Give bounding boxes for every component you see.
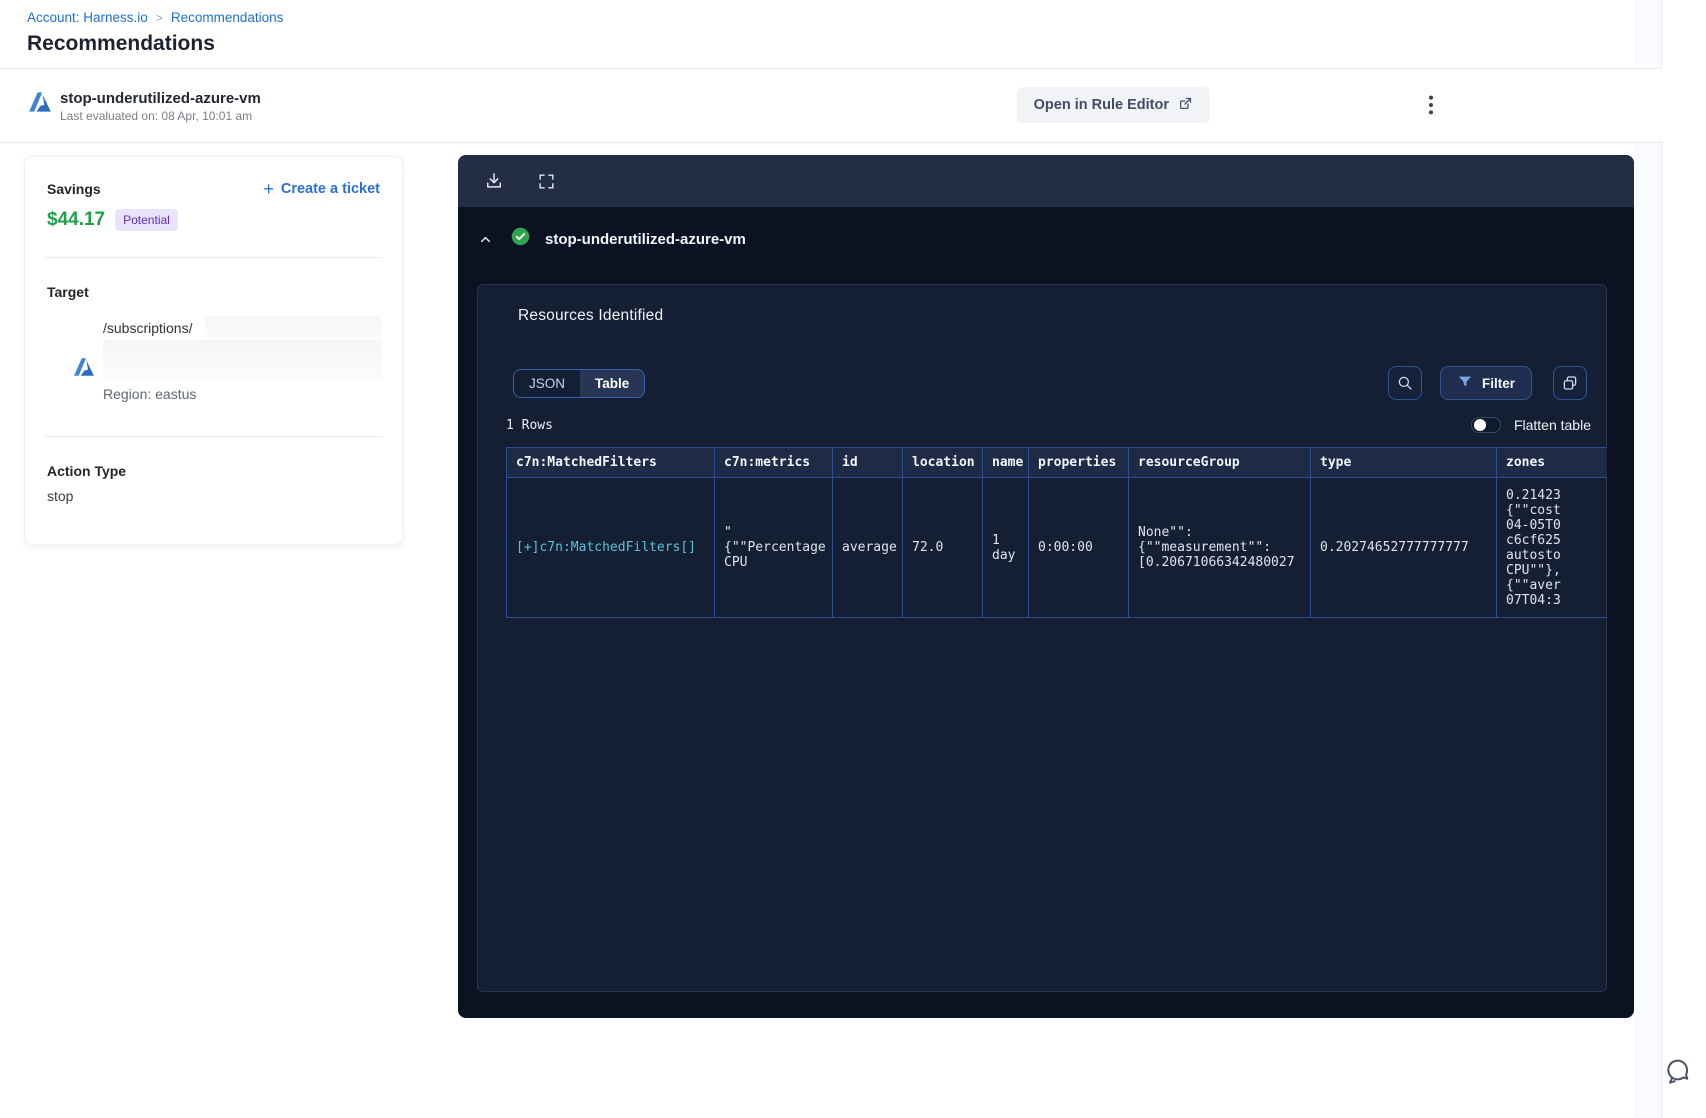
breadcrumb-current-link[interactable]: Recommendations	[171, 10, 284, 25]
panel-toolbar	[458, 155, 1634, 207]
column-header-location: location	[902, 447, 983, 478]
redacted-text-block	[205, 316, 382, 340]
table-cell-location: 72.0	[902, 477, 983, 618]
breadcrumb-separator: >	[155, 10, 163, 25]
resources-table: c7n:MatchedFilters c7n:metrics id location n…	[506, 447, 1607, 618]
table-cell-name: 1 day	[982, 477, 1029, 618]
panel-resource-title: stop-underutilized-azure-vm	[545, 230, 746, 248]
column-header-properties: properties	[1028, 447, 1129, 478]
toggle-switch[interactable]	[1470, 417, 1501, 433]
table-row: [+]c7n:MatchedFilters[] " {""Percentage C…	[506, 477, 1607, 618]
create-ticket-label: Create a ticket	[280, 181, 380, 197]
support-chat-icon[interactable]	[1660, 1056, 1694, 1090]
target-path: /subscriptions/	[103, 320, 193, 336]
tab-label: Resources Identified	[518, 307, 664, 324]
panel-title-row: stop-underutilized-azure-vm	[458, 221, 746, 257]
scroll-gutter	[1634, 0, 1662, 1118]
table-cell-type: 0.20274652777777777	[1310, 477, 1497, 618]
column-header-c7n-metrics: c7n:metrics	[714, 447, 833, 478]
table-cell-resourcegroup: None"": {""measurement"": [0.20671066342…	[1128, 477, 1311, 618]
column-header-zones: zones	[1496, 447, 1607, 478]
table-meta-row: 1 Rows Flatten table	[506, 417, 1591, 433]
column-header-id: id	[832, 447, 903, 478]
breadcrumb-account-link[interactable]: Account: Harness.io	[27, 10, 148, 25]
open-in-rule-editor-button[interactable]: Open in Rule Editor	[1016, 87, 1210, 123]
download-icon[interactable]	[482, 169, 506, 193]
savings-amount: $44.17	[47, 209, 106, 230]
summary-card: Savings + Create a ticket $44.17 Potenti…	[24, 156, 403, 545]
resources-panel: stop-underutilized-azure-vm Resources Id…	[458, 155, 1634, 1018]
resources-card: Resources Identified JSON Table Filter 1…	[477, 284, 1607, 992]
potential-badge: Potential	[115, 209, 178, 231]
recommendations-page: Account: Harness.io > Recommendations Re…	[0, 0, 1706, 1118]
savings-label: Savings	[47, 181, 101, 197]
view-toggle: JSON Table	[513, 369, 646, 398]
table-cell-c7n-metrics: " {""Percentage CPU	[714, 477, 833, 618]
flatten-table-label: Flatten table	[1513, 417, 1591, 433]
filter-button[interactable]: Filter	[1439, 366, 1532, 400]
copy-icon[interactable]	[1553, 366, 1587, 400]
matched-filters-expander[interactable]: [+]c7n:MatchedFilters[]	[506, 477, 715, 618]
target-region: Region: eastus	[103, 386, 197, 402]
azure-logo-icon	[28, 90, 52, 114]
action-type-label: Action Type	[47, 463, 127, 479]
search-icon[interactable]	[1388, 366, 1422, 400]
redacted-text-block	[103, 340, 382, 380]
action-type-value: stop	[47, 488, 74, 504]
recommendation-header: stop-underutilized-azure-vm Last evaluat…	[0, 69, 1662, 143]
toggle-knob	[1473, 419, 1486, 431]
column-header-type: type	[1310, 447, 1497, 478]
divider	[45, 436, 382, 437]
resources-table-wrap: c7n:MatchedFilters c7n:metrics id location n…	[506, 447, 1607, 618]
view-json-button[interactable]: JSON	[514, 370, 581, 397]
azure-logo-icon	[73, 356, 95, 378]
page-title: Recommendations	[27, 32, 215, 55]
last-evaluated-text: Last evaluated on: 08 Apr, 10:01 am	[60, 109, 253, 123]
target-block: /subscriptions/ Region: eastus	[47, 314, 382, 410]
funnel-icon	[1457, 374, 1473, 393]
rows-count: 1 Rows	[506, 417, 553, 433]
table-cell-properties: 0:00:00	[1028, 477, 1129, 618]
create-ticket-button[interactable]: + Create a ticket	[263, 179, 380, 199]
kebab-menu-icon[interactable]	[1418, 91, 1444, 121]
flatten-table-toggle[interactable]: Flatten table	[1470, 417, 1591, 433]
open-in-rule-editor-label: Open in Rule Editor	[1033, 97, 1169, 113]
external-link-icon	[1178, 96, 1193, 115]
column-header-c7n-matchedfilters: c7n:MatchedFilters	[506, 447, 715, 478]
check-circle-icon	[510, 226, 531, 252]
tab-resources-identified[interactable]: Resources Identified	[508, 307, 673, 325]
divider	[45, 257, 382, 258]
column-header-name: name	[982, 447, 1029, 478]
table-cell-id: average	[832, 477, 903, 618]
column-header-resourcegroup: resourceGroup	[1128, 447, 1311, 478]
filter-label: Filter	[1481, 375, 1515, 391]
recommendation-name: stop-underutilized-azure-vm	[60, 90, 261, 107]
chevron-up-icon[interactable]	[474, 228, 496, 250]
plus-icon: +	[263, 179, 274, 199]
view-table-button[interactable]: Table	[580, 370, 645, 397]
table-cell-zones: 0.21423 {""cost 04-05T0 c6cf625 autosto …	[1496, 477, 1607, 618]
fullscreen-icon[interactable]	[534, 169, 558, 193]
target-label: Target	[47, 284, 89, 300]
breadcrumb: Account: Harness.io > Recommendations	[27, 10, 283, 25]
